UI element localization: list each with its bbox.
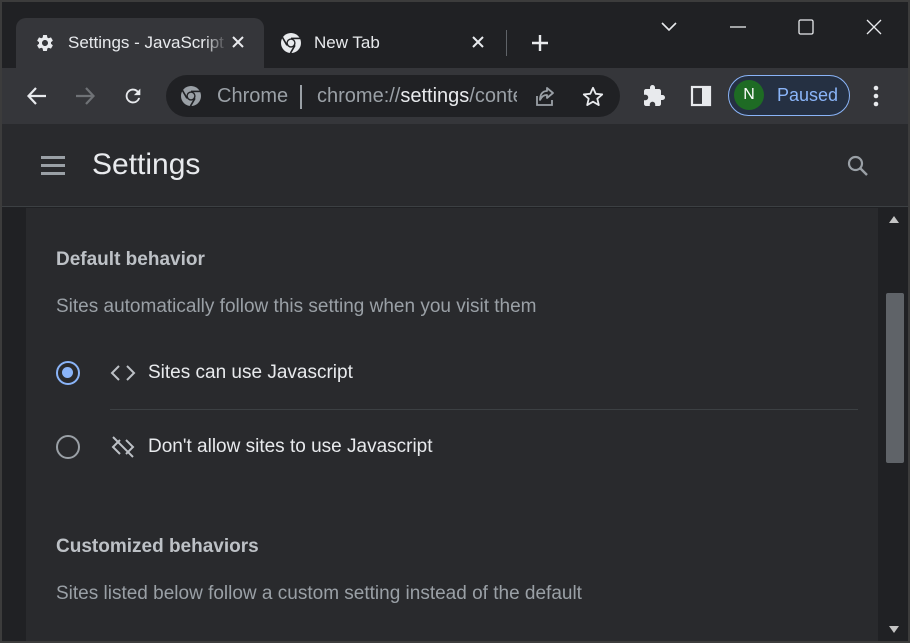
scroll-down-arrow-icon[interactable] xyxy=(889,626,899,633)
minimize-icon xyxy=(730,26,746,28)
star-icon[interactable] xyxy=(579,83,607,111)
forward-button[interactable] xyxy=(67,78,103,114)
radio-button-selected[interactable] xyxy=(56,361,80,385)
tab-search-button[interactable] xyxy=(649,12,689,42)
default-behavior-description: Sites automatically follow this setting … xyxy=(56,296,537,317)
code-icon xyxy=(110,360,136,386)
tab-new-tab[interactable]: New Tab xyxy=(264,18,504,68)
close-window-button[interactable] xyxy=(854,12,894,42)
site-chip[interactable]: Chrome xyxy=(217,85,288,107)
chrome-icon xyxy=(280,32,302,54)
settings-card: Default behavior Sites automatically fol… xyxy=(26,208,878,641)
side-panel-button[interactable] xyxy=(683,78,719,114)
close-icon[interactable] xyxy=(228,32,248,52)
code-off-icon xyxy=(110,434,136,460)
side-panel-icon xyxy=(690,85,712,107)
plus-icon xyxy=(532,35,548,51)
customized-behaviors-description: Sites listed below follow a custom setti… xyxy=(56,583,582,604)
tab-title: Settings - JavaScript xyxy=(68,33,224,52)
browser-window: Settings - JavaScript New Tab Chrome chr… xyxy=(0,0,910,643)
reload-button[interactable] xyxy=(115,78,151,114)
maximize-icon xyxy=(798,19,814,35)
page-title: Settings xyxy=(92,148,201,181)
search-icon[interactable] xyxy=(842,150,874,182)
tab-title: New Tab xyxy=(314,33,380,52)
new-tab-button[interactable] xyxy=(525,28,555,58)
radio-allow-javascript[interactable]: Sites can use Javascript xyxy=(56,353,856,393)
content-area: Default behavior Sites automatically fol… xyxy=(2,208,882,641)
radio-block-javascript[interactable]: Don't allow sites to use Javascript xyxy=(56,427,856,467)
arrow-right-icon xyxy=(76,87,96,105)
tab-settings[interactable]: Settings - JavaScript xyxy=(16,18,264,68)
back-button[interactable] xyxy=(19,78,55,114)
close-icon[interactable] xyxy=(468,32,488,52)
avatar: N xyxy=(734,80,764,110)
settings-header: Settings xyxy=(2,124,908,207)
tab-separator xyxy=(506,30,507,56)
divider xyxy=(110,409,858,410)
url-path: /content/javascript xyxy=(469,85,517,107)
chevron-down-icon xyxy=(661,22,677,32)
url-scheme: chrome:// xyxy=(317,85,401,107)
close-icon xyxy=(866,19,882,35)
menu-icon[interactable] xyxy=(39,152,69,178)
tab-strip: Settings - JavaScript New Tab xyxy=(2,2,908,68)
reload-icon xyxy=(125,88,141,104)
menu-button[interactable] xyxy=(858,78,894,114)
more-vert-icon xyxy=(873,85,879,107)
share-icon[interactable] xyxy=(531,83,559,111)
gear-icon xyxy=(34,32,56,54)
radio-button[interactable] xyxy=(56,435,80,459)
option-label: Don't allow sites to use Javascript xyxy=(148,436,433,457)
minimize-button[interactable] xyxy=(718,12,758,42)
puzzle-icon xyxy=(644,85,665,106)
default-behavior-heading: Default behavior xyxy=(56,249,205,270)
scroll-thumb[interactable] xyxy=(886,293,904,463)
arrow-left-icon xyxy=(26,87,46,105)
vertical-scrollbar[interactable] xyxy=(882,208,908,641)
profile-status: Paused xyxy=(777,85,839,105)
address-bar[interactable]: Chrome chrome://settings/content/javascr… xyxy=(166,75,620,117)
url-text[interactable]: chrome://settings/content/javascript xyxy=(317,85,517,107)
maximize-button[interactable] xyxy=(786,12,826,42)
customized-behaviors-heading: Customized behaviors xyxy=(56,536,259,557)
url-host: settings xyxy=(400,85,470,107)
scroll-up-arrow-icon[interactable] xyxy=(889,216,899,223)
omnibox-divider xyxy=(300,85,302,109)
profile-button[interactable]: N Paused xyxy=(728,75,850,116)
extensions-button[interactable] xyxy=(636,78,672,114)
option-label: Sites can use Javascript xyxy=(148,362,353,383)
toolbar: Chrome chrome://settings/content/javascr… xyxy=(2,68,908,124)
chrome-icon xyxy=(180,85,202,107)
